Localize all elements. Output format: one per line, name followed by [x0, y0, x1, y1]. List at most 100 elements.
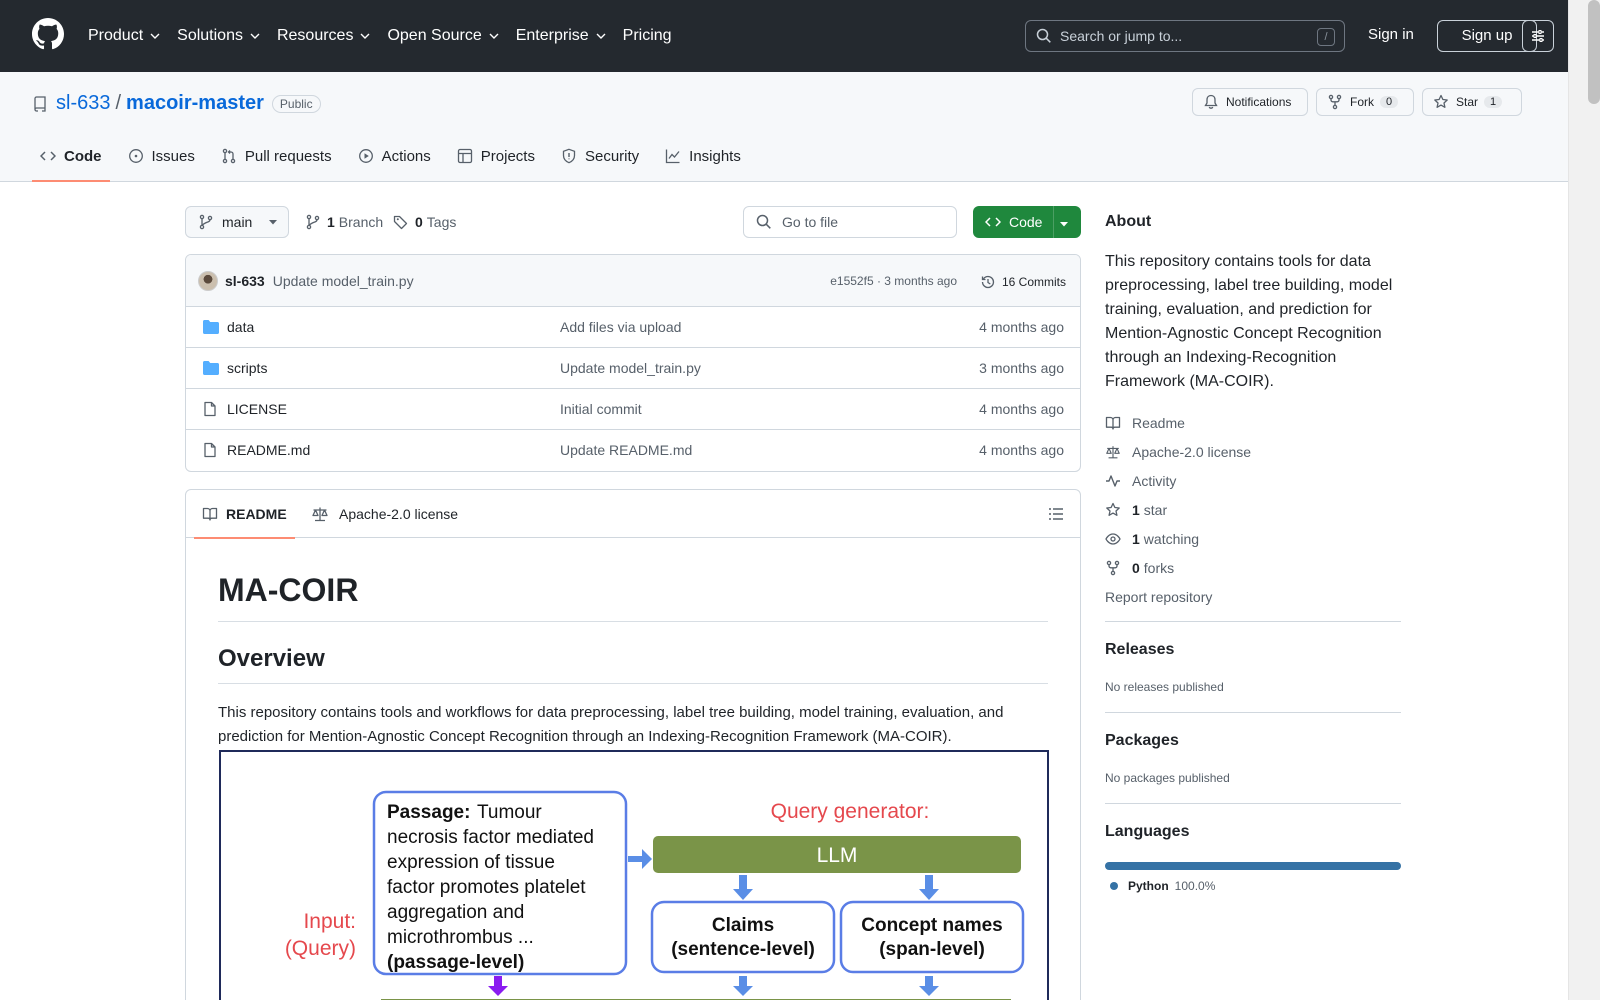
activity-link[interactable]: Activity — [1105, 466, 1251, 495]
tab-readme[interactable]: README — [194, 490, 295, 539]
github-logo-icon[interactable] — [32, 18, 64, 50]
go-to-file-input[interactable]: Go to file — [743, 206, 957, 238]
tab-security[interactable]: Security — [553, 130, 647, 182]
table-row[interactable]: README.md Update README.md 4 months ago — [186, 430, 1080, 471]
star-icon — [1434, 94, 1448, 108]
bell-icon — [1204, 94, 1218, 109]
link-label: Readme — [1132, 414, 1185, 431]
table-row[interactable]: scripts Update model_train.py 3 months a… — [186, 348, 1080, 389]
tab-issues[interactable]: Issues — [120, 130, 203, 182]
branch-selector[interactable]: main — [185, 206, 289, 238]
notifications-button[interactable]: Notifications — [1192, 88, 1308, 116]
readme-tabs: README Apache-2.0 license — [186, 490, 1080, 539]
file-commit-message[interactable]: Add files via upload — [560, 319, 681, 335]
tab-projects[interactable]: Projects — [449, 130, 543, 182]
claims-level: (sentence-level) — [671, 939, 815, 960]
commits-link[interactable]: 16 Commits — [980, 274, 1066, 290]
code-icon — [985, 217, 1001, 227]
language-percent: 100.0% — [1174, 879, 1216, 893]
nav-open-source[interactable]: Open Source — [387, 27, 499, 45]
report-repository-link[interactable]: Report repository — [1105, 582, 1251, 611]
file-commit-message[interactable]: Initial commit — [560, 401, 642, 417]
stars-link[interactable]: 1 star — [1105, 495, 1251, 524]
law-icon — [312, 507, 328, 522]
commit-author[interactable]: sl-633 — [225, 273, 265, 289]
language-name: Python — [1128, 879, 1169, 893]
commit-message[interactable]: Update model_train.py — [273, 273, 414, 289]
file-commit-message[interactable]: Update README.md — [560, 442, 692, 458]
latest-commit-bar: sl-633 Update model_train.py e1552f5 · 3… — [186, 255, 1080, 307]
tab-insights[interactable]: Insights — [657, 130, 749, 182]
fork-button[interactable]: Fork 0 — [1316, 88, 1414, 116]
tab-license[interactable]: Apache-2.0 license — [311, 490, 458, 538]
file-commit-message[interactable]: Update model_train.py — [560, 360, 701, 376]
passage-line: Tumour — [477, 802, 542, 823]
repo-name-link[interactable]: macoir-master — [126, 92, 264, 115]
chevron-down-icon — [360, 33, 370, 39]
file-listing: sl-633 Update model_train.py e1552f5 · 3… — [185, 254, 1081, 472]
forks-link[interactable]: 0 forks — [1105, 553, 1251, 582]
table-row[interactable]: data Add files via upload 4 months ago — [186, 307, 1080, 348]
watching-count: 1 — [1132, 530, 1140, 547]
branch-count: 1 — [327, 214, 335, 230]
nav-product[interactable]: Product — [88, 27, 161, 45]
global-search-input[interactable]: Search or jump to... / — [1025, 20, 1345, 52]
star-button[interactable]: Star 1 — [1422, 88, 1522, 116]
file-name[interactable]: data — [227, 319, 254, 335]
diagram-canvas: Passage: Tumour necrosis factor mediated… — [285, 790, 1025, 1000]
about-heading: About — [1105, 213, 1152, 230]
commit-hash-time[interactable]: e1552f5 · 3 months ago — [830, 274, 957, 288]
arrow-down-icon — [919, 976, 939, 996]
tab-label: Projects — [480, 147, 535, 165]
table-row[interactable]: LICENSE Initial commit 4 months ago — [186, 389, 1080, 430]
license-link[interactable]: Apache-2.0 license — [1105, 437, 1251, 466]
header-menu-button[interactable] — [1522, 20, 1554, 52]
scrollbar-thumb[interactable] — [1588, 0, 1600, 104]
shield-icon — [562, 148, 576, 164]
repo-tabs: Code Issues Pull requests Actions Projec… — [32, 130, 759, 182]
releases-heading[interactable]: Releases — [1105, 641, 1174, 659]
repo-owner-link[interactable]: sl-633 — [56, 92, 110, 115]
star-count: 1 — [1484, 96, 1503, 108]
tab-label: README — [226, 506, 287, 522]
language-item[interactable]: Python 100.0% — [1110, 879, 1215, 893]
page-scrollbar[interactable] — [1568, 0, 1600, 1000]
repo-separator: / — [115, 92, 122, 114]
packages-heading[interactable]: Packages — [1105, 732, 1179, 750]
tab-label: Apache-2.0 license — [339, 506, 459, 522]
readme-link[interactable]: Readme — [1105, 408, 1251, 437]
passage-line: necrosis factor mediated — [387, 827, 594, 848]
chevron-down-icon — [489, 33, 499, 39]
tab-label: Security — [584, 147, 640, 165]
tab-pull-requests[interactable]: Pull requests — [213, 130, 340, 182]
sign-in-link[interactable]: Sign in — [1368, 26, 1414, 43]
tags-link[interactable]: 0 Tags — [393, 214, 456, 230]
file-name[interactable]: README.md — [227, 442, 310, 458]
graph-icon — [666, 149, 680, 164]
nav-pricing[interactable]: Pricing — [623, 27, 672, 45]
file-name[interactable]: LICENSE — [227, 401, 287, 417]
history-icon — [981, 275, 995, 289]
code-button-label: Code — [1009, 214, 1043, 230]
nav-resources[interactable]: Resources — [277, 27, 371, 45]
link-label: Apache-2.0 license — [1132, 443, 1252, 460]
book-icon — [202, 507, 218, 521]
chevron-down-icon — [250, 33, 260, 39]
visibility-badge: Public — [271, 94, 321, 113]
query-label: (Query) — [285, 937, 356, 960]
avatar[interactable] — [198, 270, 218, 291]
nav-solutions[interactable]: Solutions — [177, 27, 261, 45]
repo-icon — [34, 95, 46, 112]
list-icon[interactable] — [1048, 506, 1064, 522]
code-icon — [40, 151, 56, 161]
code-dropdown-button[interactable]: Code — [973, 206, 1081, 238]
nav-enterprise[interactable]: Enterprise — [516, 27, 607, 45]
branches-link[interactable]: 1 Branch — [305, 214, 383, 230]
file-name[interactable]: scripts — [227, 360, 267, 376]
tab-code[interactable]: Code — [32, 130, 110, 182]
arrow-down-icon — [733, 976, 753, 996]
stars-count: 1 — [1132, 501, 1140, 518]
arrow-right-icon — [628, 849, 652, 869]
watching-link[interactable]: 1 watching — [1105, 524, 1251, 553]
tab-actions[interactable]: Actions — [350, 130, 439, 182]
